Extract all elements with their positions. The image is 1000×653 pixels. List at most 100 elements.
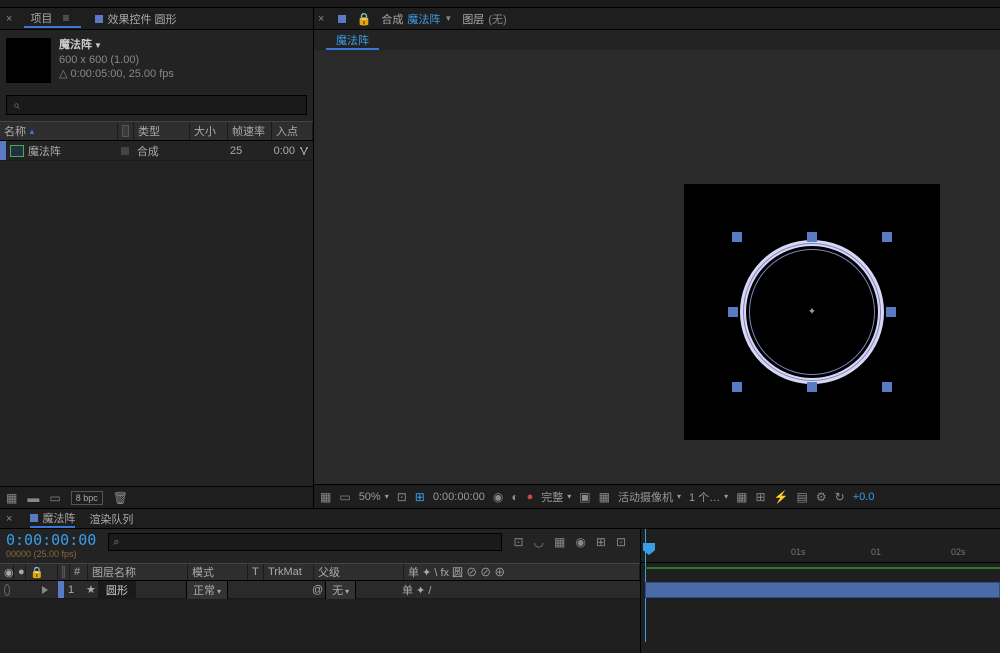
current-time[interactable]: 0:00:00:00 <box>433 491 485 503</box>
timeline-icon[interactable]: ▤ <box>797 490 808 504</box>
timeline-empty[interactable] <box>0 599 640 653</box>
region-icon[interactable]: ▣ <box>579 490 590 504</box>
parent-dropdown[interactable]: 无 <box>325 580 356 600</box>
eye-col-icon[interactable]: ◉ <box>4 566 14 579</box>
visibility-toggle[interactable] <box>4 584 10 596</box>
transform-handle[interactable] <box>882 382 892 392</box>
close-icon[interactable]: × <box>6 513 12 525</box>
layer-duration-bar[interactable] <box>645 582 1000 598</box>
bpc-button[interactable]: 8 bpc <box>71 491 103 505</box>
tab-project[interactable]: 项目 <box>24 10 81 28</box>
views-dropdown[interactable]: 1 个… <box>689 489 728 505</box>
col-layer-name[interactable]: 图层名称 <box>88 564 188 580</box>
label-col-icon[interactable] <box>62 566 65 578</box>
col-trkmat[interactable]: TrkMat <box>264 564 314 580</box>
viewer-tab-layer[interactable]: 图层 (无) <box>462 11 506 27</box>
timeline-columns: ◉ ● 🔒 # 图层名称 模式 T TrkMat 父级 单 ✦ \ fx 圆 ⊘… <box>0 563 640 581</box>
comp-title[interactable]: 魔法阵 <box>59 38 174 53</box>
timeline-tab-render[interactable]: 渲染队列 <box>89 511 133 527</box>
col-name[interactable]: 名称 <box>4 123 26 139</box>
dropdown-icon[interactable]: ▼ <box>444 14 452 23</box>
blend-mode-dropdown[interactable]: 正常 <box>186 580 228 600</box>
solo-col-icon[interactable]: ● <box>18 566 25 578</box>
comp-mini-icon[interactable]: ⊡ <box>514 535 524 549</box>
col-fps[interactable]: 帧速率 <box>228 122 272 140</box>
col-parent[interactable]: 父级 <box>314 564 404 580</box>
exposure-value[interactable]: +0.0 <box>853 491 875 503</box>
transparency-icon[interactable]: ▦ <box>599 490 610 504</box>
col-t[interactable]: T <box>248 564 264 580</box>
zoom-dropdown[interactable]: 50% <box>359 491 389 503</box>
col-inpoint[interactable]: 入点 <box>272 122 313 140</box>
interpret-icon[interactable]: ▦ <box>6 491 17 505</box>
motion-blur-icon[interactable]: ◉ <box>575 535 585 549</box>
channel-icon[interactable]: ◐ <box>511 490 518 504</box>
timeline-layer-row[interactable]: 1 ★圆形 正常 @无 单 ✦ / <box>0 581 640 599</box>
playhead-icon[interactable] <box>643 543 655 555</box>
3d-icon[interactable]: ▦ <box>736 490 747 504</box>
layer-track[interactable] <box>641 581 1000 599</box>
col-size[interactable]: 大小 <box>190 122 228 140</box>
flowchart-icon[interactable] <box>299 146 309 156</box>
col-mode[interactable]: 模式 <box>188 564 248 580</box>
reset-exposure-icon[interactable]: ↻ <box>835 490 845 504</box>
transform-handle[interactable] <box>807 382 817 392</box>
fast-preview-icon[interactable]: ⚡ <box>774 490 789 504</box>
layer-switches[interactable]: 单 ✦ / <box>398 582 640 598</box>
project-panel: × 项目 效果控件 圆形 魔法阵 600 x 600 (1.00) 0:00:0… <box>0 8 314 508</box>
col-type[interactable]: 类型 <box>134 122 190 140</box>
parent-pickwhip-icon[interactable]: @ <box>312 584 323 596</box>
col-index[interactable]: # <box>70 564 88 580</box>
resolution-dropdown[interactable]: 完整 <box>541 489 571 505</box>
layer-name[interactable]: 圆形 <box>98 581 136 599</box>
viewer-tab-comp[interactable]: 合成 魔法阵 ▼ <box>381 11 452 27</box>
snapshot-icon[interactable]: ◉ <box>493 490 503 504</box>
timeline-search-input[interactable] <box>108 533 501 551</box>
transform-handle[interactable] <box>807 232 817 242</box>
safe-zone-icon[interactable]: ⊞ <box>415 490 425 504</box>
anchor-point-icon[interactable]: ✦ <box>808 307 816 318</box>
label-col-icon[interactable] <box>122 125 129 137</box>
current-timecode[interactable]: 0:00:00:00 <box>6 531 96 549</box>
pixel-icon[interactable]: ⊞ <box>756 490 766 504</box>
project-item-row[interactable]: 魔法阵 合成 25 0:00 <box>0 141 313 161</box>
screen-icon[interactable]: ▭ <box>339 490 350 504</box>
viewer-subtab[interactable]: 魔法阵 <box>326 30 379 50</box>
composition-preview[interactable]: ✦ <box>684 184 940 440</box>
project-empty-area[interactable] <box>0 161 313 486</box>
new-comp-icon[interactable]: ▭ <box>49 491 60 505</box>
grid-icon[interactable]: ▦ <box>320 490 331 504</box>
col-switches[interactable]: 单 ✦ \ fx 圆 ⊘ ⊘ ⊕ <box>404 564 640 580</box>
transform-handle[interactable] <box>886 307 896 317</box>
close-icon[interactable]: × <box>318 13 324 25</box>
brain-icon[interactable]: ⊡ <box>616 535 626 549</box>
viewer-canvas[interactable]: ✦ <box>314 50 1000 484</box>
timeline-tab-comp[interactable]: 魔法阵 <box>30 510 75 528</box>
ruler-tick: 01s <box>791 547 806 557</box>
trash-icon[interactable]: 🗑 <box>113 491 128 505</box>
panel-menu-icon[interactable] <box>56 11 75 25</box>
project-search-input[interactable] <box>6 95 307 115</box>
comp-thumbnail[interactable] <box>6 38 51 83</box>
shy-icon[interactable]: ◡ <box>534 535 544 549</box>
timeline-tracks[interactable]: 01s 01 02s <box>640 529 1000 653</box>
graph-icon[interactable]: ⊞ <box>596 535 606 549</box>
tab-effect-controls[interactable]: 效果控件 圆形 <box>89 11 182 27</box>
aspect-icon[interactable]: ⊡ <box>397 490 407 504</box>
frame-blend-icon[interactable]: ▦ <box>554 535 565 549</box>
expand-icon[interactable] <box>42 586 48 594</box>
time-ruler[interactable]: 01s 01 02s <box>641 529 1000 563</box>
flowchart-icon[interactable]: ⚙ <box>816 490 827 504</box>
new-folder-icon[interactable]: ▬ <box>27 491 39 505</box>
sort-icon[interactable] <box>26 125 36 137</box>
lock-icon[interactable]: 🔒 <box>356 12 371 26</box>
transform-handle[interactable] <box>882 232 892 242</box>
color-chip <box>95 15 103 23</box>
transform-handle[interactable] <box>728 307 738 317</box>
work-area[interactable] <box>641 563 1000 581</box>
transform-handle[interactable] <box>732 232 742 242</box>
red-icon[interactable]: ● <box>527 491 534 503</box>
transform-handle[interactable] <box>732 382 742 392</box>
close-icon[interactable]: × <box>6 13 12 25</box>
camera-dropdown[interactable]: 活动摄像机 <box>618 489 681 505</box>
